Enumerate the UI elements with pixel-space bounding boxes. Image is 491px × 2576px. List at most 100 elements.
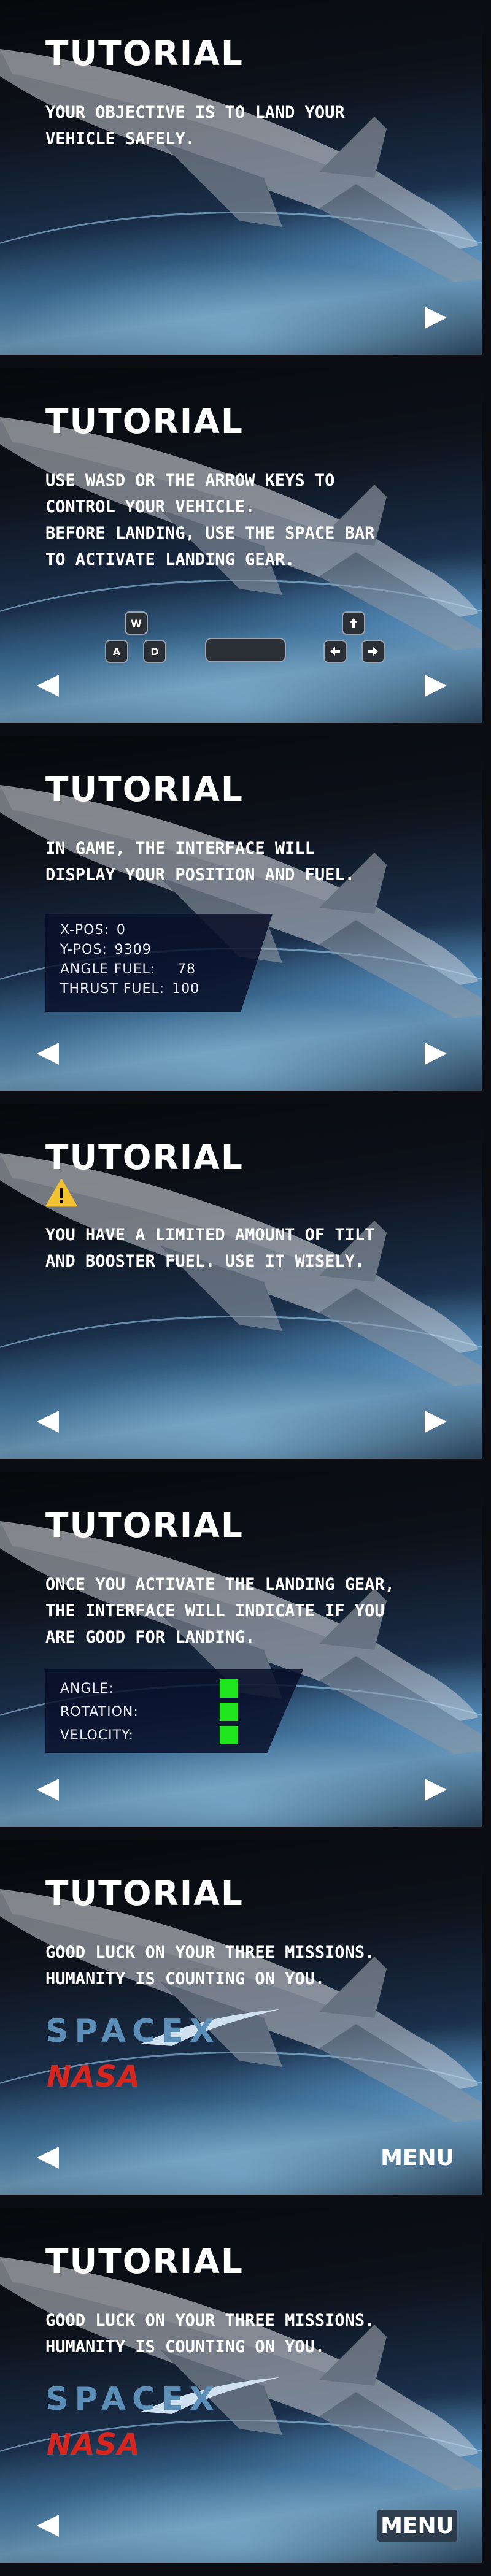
prev-arrow-button[interactable] <box>34 2512 61 2539</box>
next-arrow-button[interactable] <box>422 672 449 699</box>
panel-title: TUTORIAL <box>45 1874 244 1913</box>
right-arrow-icon <box>368 647 378 656</box>
text-line: BEFORE LANDING, USE THE SPACE BAR <box>45 524 375 543</box>
left-arrow-icon <box>34 1776 61 1803</box>
panel-title: TUTORIAL <box>45 34 244 73</box>
left-arrow-icon <box>34 1408 61 1435</box>
panel-title: TUTORIAL <box>45 1138 244 1177</box>
tutorial-panel-7: TUTORIAL GOOD LUCK ON YOUR THREE MISSION… <box>0 2208 482 2563</box>
panel-text: GOOD LUCK ON YOUR THREE MISSIONS. HUMANI… <box>45 2307 438 2360</box>
text-line: HUMANITY IS COUNTING ON YOU. <box>45 2337 325 2356</box>
status-indicator-green <box>220 1679 238 1698</box>
next-arrow-button[interactable] <box>422 1040 449 1067</box>
indicator-label: ANGLE: <box>60 1681 115 1696</box>
text-line: ONCE YOU ACTIVATE THE LANDING GEAR, <box>45 1575 395 1594</box>
tutorial-panel-6: TUTORIAL GOOD LUCK ON YOUR THREE MISSION… <box>0 1840 482 2195</box>
text-line: GOOD LUCK ON YOUR THREE MISSIONS. <box>45 1943 375 1962</box>
panel-title: TUTORIAL <box>45 402 244 441</box>
hud-preview: X-POS: 0 Y-POS: 9309 ANGLE FUEL: 78 THRUST … <box>45 914 273 1012</box>
nasa-logo: NASA <box>47 2428 141 2462</box>
up-arrow-icon <box>349 618 358 628</box>
prev-arrow-button[interactable] <box>34 1040 61 1067</box>
next-arrow-button[interactable] <box>422 1776 449 1803</box>
hud-row-angle-fuel: ANGLE FUEL: 78 <box>60 959 273 979</box>
key-right-arrow <box>361 640 385 663</box>
left-arrow-icon <box>34 2512 61 2539</box>
text-line: YOUR OBJECTIVE IS TO LAND YOUR <box>45 103 345 122</box>
warning-icon <box>45 1179 77 1207</box>
indicator-label: ROTATION: <box>60 1704 139 1720</box>
prev-arrow-button[interactable] <box>34 672 61 699</box>
tutorial-panel-2: TUTORIAL USE WASD OR THE ARROW KEYS TO C… <box>0 368 482 723</box>
key-w: W <box>125 611 148 635</box>
text-line: AND BOOSTER FUEL. USE IT WISELY. <box>45 1252 365 1271</box>
indicator-row-velocity: VELOCITY: <box>60 1723 303 1747</box>
panel-title: TUTORIAL <box>45 1506 244 1545</box>
hud-value: 78 <box>177 961 196 977</box>
right-arrow-icon <box>422 1408 449 1435</box>
menu-button[interactable]: MENU <box>377 2510 457 2542</box>
tutorial-panel-4: TUTORIAL YOU HAVE A LIMITED AMOUNT OF TI… <box>0 1104 482 1459</box>
status-indicator-green <box>220 1726 238 1744</box>
menu-button[interactable]: MENU <box>377 2142 457 2174</box>
right-arrow-icon <box>422 304 449 331</box>
hud-row-ypos: Y-POS: 9309 <box>60 940 273 959</box>
status-indicator-green <box>220 1703 238 1721</box>
spacex-logo: SPACEX <box>45 2381 220 2418</box>
hud-label: THRUST FUEL: <box>60 981 165 997</box>
indicator-label: VELOCITY: <box>60 1727 134 1743</box>
panel-text: ONCE YOU ACTIVATE THE LANDING GEAR, THE … <box>45 1571 463 1650</box>
hud-row-xpos: X-POS: 0 <box>60 920 273 940</box>
hud-label: X-POS: <box>60 922 109 938</box>
panel-text: GOOD LUCK ON YOUR THREE MISSIONS. HUMANI… <box>45 1939 438 1992</box>
text-line: THE INTERFACE WILL INDICATE IF YOU <box>45 1601 385 1620</box>
indicator-row-rotation: ROTATION: <box>60 1700 303 1723</box>
key-d: D <box>143 640 166 663</box>
left-arrow-icon <box>34 2144 61 2171</box>
prev-arrow-button[interactable] <box>34 2144 61 2171</box>
key-space <box>205 638 286 662</box>
landing-indicator-panel: ANGLE: ROTATION: VELOCITY: <box>45 1669 303 1753</box>
next-arrow-button[interactable] <box>422 304 449 331</box>
key-a: A <box>105 640 128 663</box>
nasa-logo: NASA <box>47 2060 141 2094</box>
text-line: HUMANITY IS COUNTING ON YOU. <box>45 1969 325 1988</box>
tutorial-panel-3: TUTORIAL IN GAME, THE INTERFACE WILL DIS… <box>0 736 482 1091</box>
text-line: TO ACTIVATE LANDING GEAR. <box>45 550 295 569</box>
right-arrow-icon <box>422 1776 449 1803</box>
left-arrow-icon <box>34 672 61 699</box>
hud-label: Y-POS: <box>60 941 107 957</box>
text-line: ARE GOOD FOR LANDING. <box>45 1628 255 1647</box>
panel-title: TUTORIAL <box>45 2242 244 2281</box>
hud-label: ANGLE FUEL: <box>60 961 156 977</box>
panel-text: USE WASD OR THE ARROW KEYS TO CONTROL YO… <box>45 467 438 573</box>
text-line: IN GAME, THE INTERFACE WILL <box>45 839 315 858</box>
text-line: YOU HAVE A LIMITED AMOUNT OF TILT <box>45 1225 375 1244</box>
text-line: DISPLAY YOUR POSITION AND FUEL. <box>45 865 355 884</box>
hud-row-thrust-fuel: THRUST FUEL: 100 <box>60 979 273 999</box>
text-line: USE WASD OR THE ARROW KEYS TO <box>45 471 335 490</box>
panel-text: YOUR OBJECTIVE IS TO LAND YOUR VEHICLE S… <box>45 99 438 152</box>
indicator-row-angle: ANGLE: <box>60 1677 303 1700</box>
prev-arrow-button[interactable] <box>34 1776 61 1803</box>
key-left-arrow <box>323 640 347 663</box>
right-arrow-icon <box>422 1040 449 1067</box>
panel-text: YOU HAVE A LIMITED AMOUNT OF TILT AND BO… <box>45 1222 438 1275</box>
text-line: CONTROL YOUR VEHICLE. <box>45 497 255 516</box>
key-up-arrow <box>342 611 365 635</box>
tutorial-panel-5: TUTORIAL ONCE YOU ACTIVATE THE LANDING G… <box>0 1472 482 1827</box>
hud-value: 100 <box>172 981 200 997</box>
next-arrow-button[interactable] <box>422 1408 449 1435</box>
left-arrow-icon <box>34 1040 61 1067</box>
spacex-logo: SPACEX <box>45 2013 220 2050</box>
right-arrow-icon <box>422 672 449 699</box>
left-arrow-icon <box>330 647 340 656</box>
text-line: GOOD LUCK ON YOUR THREE MISSIONS. <box>45 2311 375 2330</box>
prev-arrow-button[interactable] <box>34 1408 61 1435</box>
hud-value: 0 <box>116 922 126 938</box>
panel-title: TUTORIAL <box>45 770 244 809</box>
panel-text: IN GAME, THE INTERFACE WILL DISPLAY YOUR… <box>45 835 438 888</box>
text-line: VEHICLE SAFELY. <box>45 129 195 148</box>
tutorial-panel-1: TUTORIAL YOUR OBJECTIVE IS TO LAND YOUR … <box>0 0 482 355</box>
hud-value: 9309 <box>114 941 152 957</box>
